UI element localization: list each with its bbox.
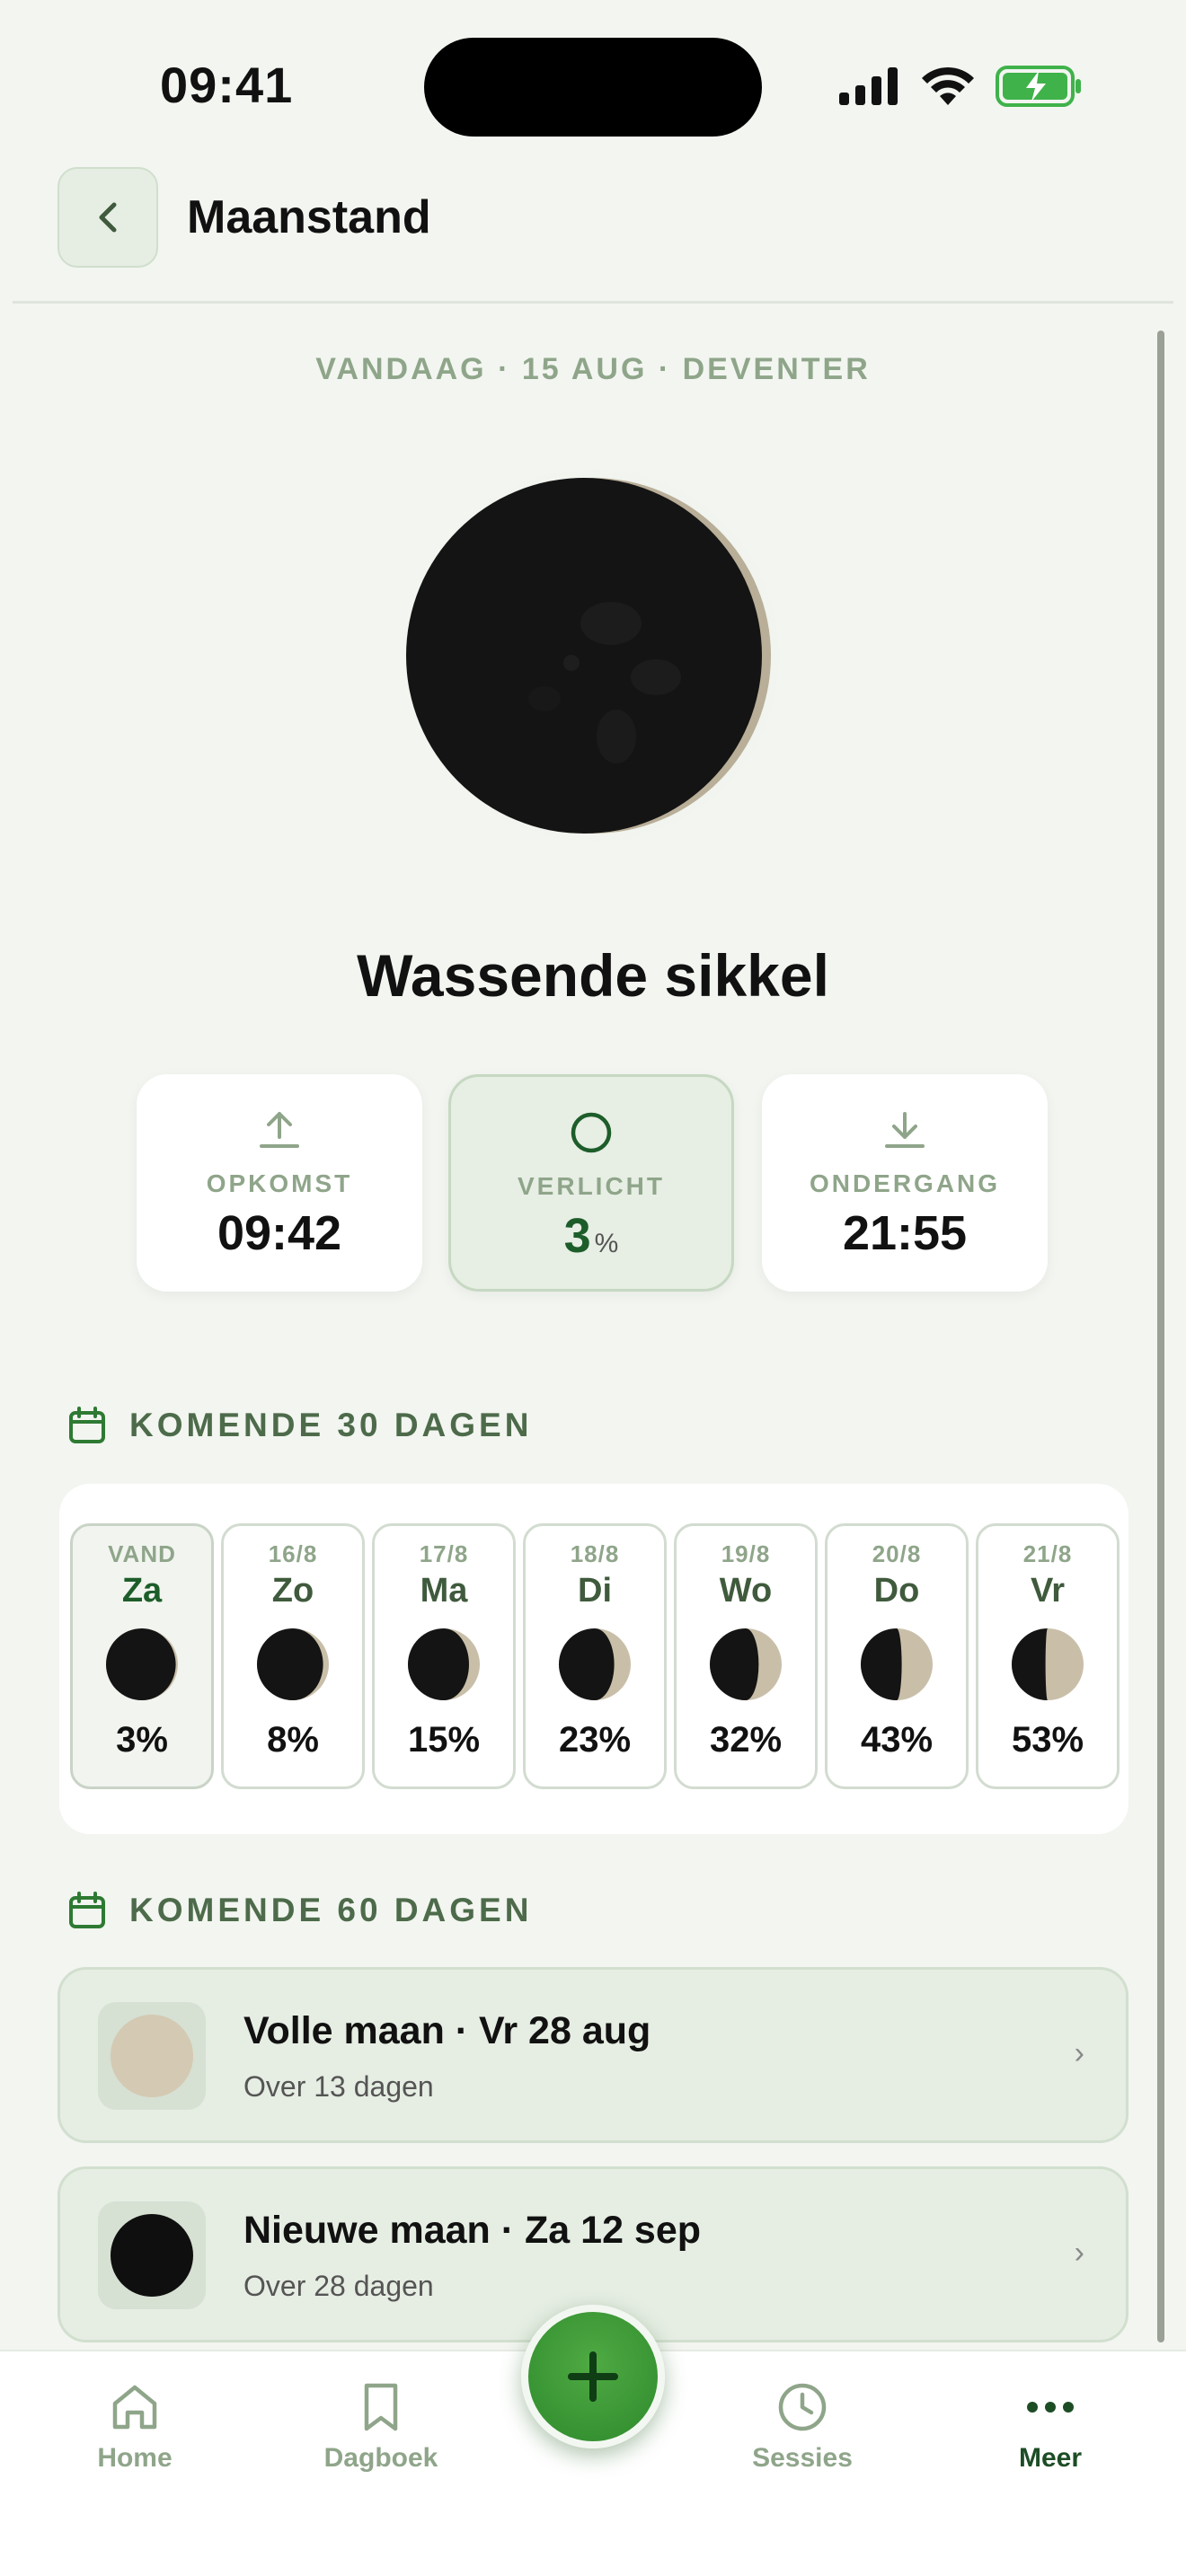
signal-icon <box>839 67 898 105</box>
moonset-card: ONDERGANG 21:55 <box>762 1074 1048 1292</box>
day-card[interactable]: 17/8 Ma 15% <box>372 1523 516 1789</box>
day-name: Do <box>873 1572 920 1610</box>
day-date: 18/8 <box>570 1540 620 1567</box>
day-card[interactable]: 21/8 Vr 53% <box>976 1523 1120 1789</box>
chevron-right-icon: › <box>1074 2036 1084 2070</box>
header: Maanstand <box>0 153 1186 304</box>
moon-phase-icon <box>559 1628 631 1700</box>
event-subtitle: Over 13 dagen <box>243 2070 434 2103</box>
new-moon-icon-box <box>98 2201 206 2309</box>
day-date: 20/8 <box>872 1540 922 1567</box>
moon-phase-icon <box>106 1628 178 1700</box>
moonset-label: ONDERGANG <box>809 1169 1001 1197</box>
plus-icon <box>568 2351 618 2402</box>
calendar-icon <box>69 1407 105 1443</box>
dynamic-island <box>424 38 762 137</box>
day-name: Ma <box>420 1572 468 1610</box>
event-card-full-moon[interactable]: Volle maan · Vr 28 aug Over 13 dagen › <box>58 1967 1128 2143</box>
page-title: Maanstand <box>187 191 431 243</box>
moonrise-card: OPKOMST 09:42 <box>137 1074 422 1292</box>
bookmark-icon <box>364 2383 398 2431</box>
day-forecast-strip[interactable]: VAND Za 3% 16/8 Zo 8% 17/8 Ma 15% 18/8 Di 23% 19/8 Wo… <box>59 1484 1128 1834</box>
event-title: Nieuwe maan · Za 12 sep <box>243 2209 702 2252</box>
moonrise-value: 09:42 <box>217 1206 342 1260</box>
new-moon-icon <box>111 2214 193 2297</box>
day-name: Zo <box>271 1572 314 1610</box>
tab-home[interactable]: Home <box>36 2380 234 2474</box>
tab-label: Dagboek <box>323 2443 438 2473</box>
header-divider <box>13 301 1173 304</box>
section-title-60-days: KOMENDE 60 DAGEN <box>129 1892 533 1928</box>
calendar-icon <box>69 1892 105 1928</box>
day-illumination: 43% <box>860 1720 934 1760</box>
illumination-unit: % <box>594 1229 619 1258</box>
tab-label: Home <box>97 2443 173 2473</box>
moonset-value: 21:55 <box>842 1206 968 1260</box>
illumination-label: VERLICHT <box>518 1172 665 1200</box>
illumination-value: 3 <box>563 1209 591 1263</box>
day-name: Vr <box>1030 1572 1066 1610</box>
moon-phase-name: Wassende sikkel <box>357 942 829 1009</box>
moon-illustration <box>395 458 791 853</box>
day-card[interactable]: 18/8 Di 23% <box>523 1523 667 1789</box>
arrow-down-icon <box>885 1112 925 1148</box>
section-title-30-days: KOMENDE 30 DAGEN <box>129 1407 533 1443</box>
date-location-line: VANDAAG · 15 AUG · DEVENTER <box>315 352 871 386</box>
day-illumination: 53% <box>1011 1720 1084 1760</box>
day-illumination: 8% <box>267 1720 319 1760</box>
day-illumination: 15% <box>407 1720 481 1760</box>
day-card[interactable]: 19/8 Wo 32% <box>674 1523 818 1789</box>
day-date: 19/8 <box>721 1540 771 1567</box>
full-moon-icon <box>111 2015 193 2097</box>
tab-meer[interactable]: Meer <box>951 2380 1149 2474</box>
illumination-card: VERLICHT 3% <box>448 1074 734 1292</box>
scrollbar[interactable] <box>1157 331 1164 2342</box>
day-illumination: 3% <box>116 1720 168 1760</box>
section-header-60-days: KOMENDE 60 DAGEN <box>68 1892 532 1929</box>
day-date: 17/8 <box>419 1540 469 1567</box>
event-subtitle: Over 28 dagen <box>243 2270 434 2302</box>
status-bar: 09:41 <box>0 0 1186 153</box>
day-card[interactable]: VAND Za 3% <box>70 1523 214 1789</box>
more-icon <box>1027 2402 1074 2413</box>
day-card[interactable]: 16/8 Zo 8% <box>221 1523 365 1789</box>
tab-dagboek[interactable]: Dagboek <box>282 2380 480 2474</box>
day-date: 16/8 <box>268 1540 318 1567</box>
tab-label: Meer <box>1018 2443 1083 2473</box>
tab-sessies[interactable]: Sessies <box>704 2380 901 2474</box>
moon-phase-icon <box>1012 1628 1084 1700</box>
event-title: Volle maan · Vr 28 aug <box>243 2009 651 2052</box>
day-name: Di <box>578 1572 612 1610</box>
section-header-30-days: KOMENDE 30 DAGEN <box>68 1407 532 1444</box>
day-name: Wo <box>719 1572 773 1610</box>
arrow-up-icon <box>260 1112 299 1148</box>
day-date: 21/8 <box>1022 1540 1073 1567</box>
day-date: VAND <box>108 1540 176 1567</box>
add-session-button[interactable] <box>521 2305 665 2448</box>
circle-icon <box>571 1112 612 1153</box>
chevron-left-icon <box>99 202 117 233</box>
wifi-icon <box>922 66 974 105</box>
status-time: 09:41 <box>160 57 294 113</box>
day-card[interactable]: 20/8 Do 43% <box>825 1523 969 1789</box>
moonrise-label: OPKOMST <box>206 1169 353 1197</box>
clock-icon <box>778 2383 827 2431</box>
tab-label: Sessies <box>752 2443 853 2473</box>
moon-phase-icon <box>710 1628 782 1700</box>
chevron-right-icon: › <box>1074 2236 1084 2270</box>
back-button[interactable] <box>58 167 158 268</box>
day-illumination: 23% <box>558 1720 632 1760</box>
moon-phase-icon <box>257 1628 329 1700</box>
moon-phase-icon <box>408 1628 480 1700</box>
day-illumination: 32% <box>709 1720 783 1760</box>
full-moon-icon-box <box>98 2002 206 2110</box>
home-icon <box>112 2385 157 2430</box>
moon-phase-graphic <box>397 460 789 851</box>
status-icons <box>839 59 1082 113</box>
moon-phase-icon <box>861 1628 933 1700</box>
battery-icon <box>996 66 1081 107</box>
day-name: Za <box>121 1572 163 1610</box>
